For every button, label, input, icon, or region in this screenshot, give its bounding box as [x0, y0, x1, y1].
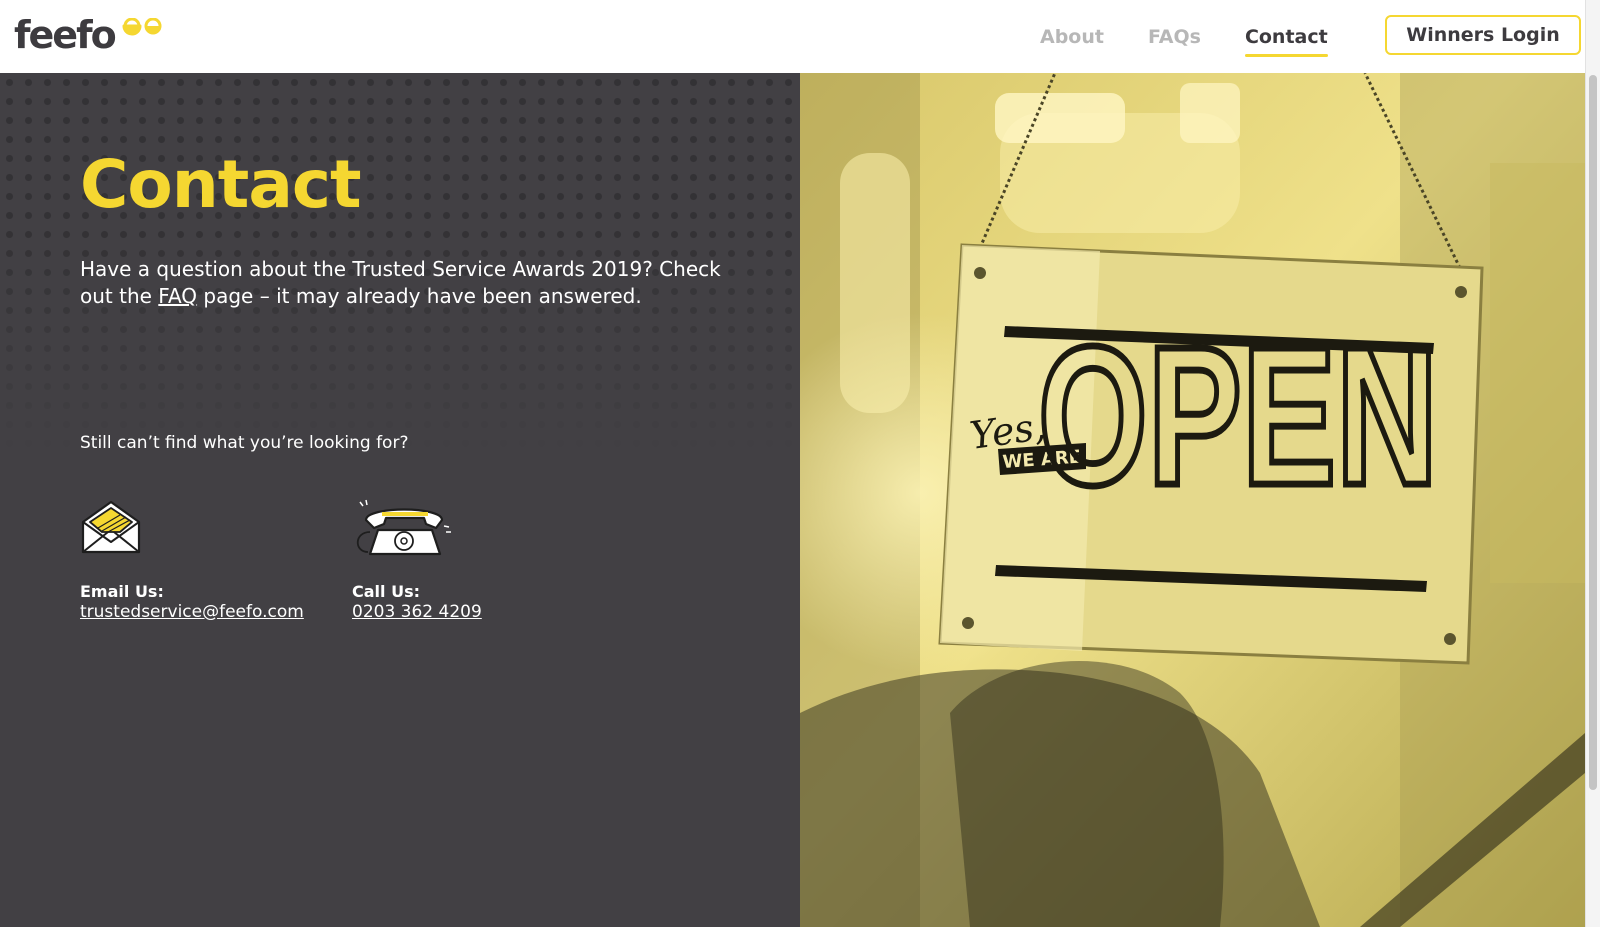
intro-text-end: page – it may already have been answered…	[197, 284, 642, 308]
feefo-logo[interactable]: feefo	[14, 8, 162, 58]
email-link[interactable]: trustedservice@feefo.com	[80, 602, 304, 622]
faq-link[interactable]: FAQ	[158, 284, 197, 308]
still-cant-find-text: Still can’t find what you’re looking for…	[80, 433, 409, 453]
site-header: feefo About FAQs Contact Winners Login	[0, 0, 1585, 74]
envelope-icon	[81, 500, 141, 554]
scrollbar-thumb[interactable]	[1589, 75, 1597, 790]
open-sign-photo: Yes, WE ARE OPEN	[800, 73, 1585, 927]
main-nav: About FAQs Contact	[1040, 0, 1372, 73]
phone-label: Call Us:	[352, 582, 420, 601]
page-scrollbar[interactable]	[1585, 0, 1600, 927]
sign-open-text: OPEN	[1038, 306, 1438, 526]
nav-faqs[interactable]: FAQs	[1148, 26, 1201, 48]
phone-contact: Call Us: 0203 362 4209	[352, 498, 482, 622]
phone-link[interactable]: 0203 362 4209	[352, 602, 482, 622]
nav-about[interactable]: About	[1040, 26, 1104, 48]
open-sign-illustration: Yes, WE ARE OPEN	[800, 73, 1585, 927]
email-label: Email Us:	[80, 582, 164, 601]
contact-panel: Contact Have a question about the Truste…	[0, 73, 800, 927]
email-contact: Email Us: trustedservice@feefo.com	[80, 498, 304, 622]
logo-eyes-icon	[122, 18, 162, 36]
intro-text: Have a question about the Trusted Servic…	[80, 256, 730, 310]
nav-contact[interactable]: Contact	[1244, 26, 1328, 57]
logo-wordmark: feefo	[14, 13, 117, 57]
page-title: Contact	[80, 146, 362, 223]
winners-login-button[interactable]: Winners Login	[1385, 15, 1581, 55]
telephone-icon	[356, 499, 451, 556]
